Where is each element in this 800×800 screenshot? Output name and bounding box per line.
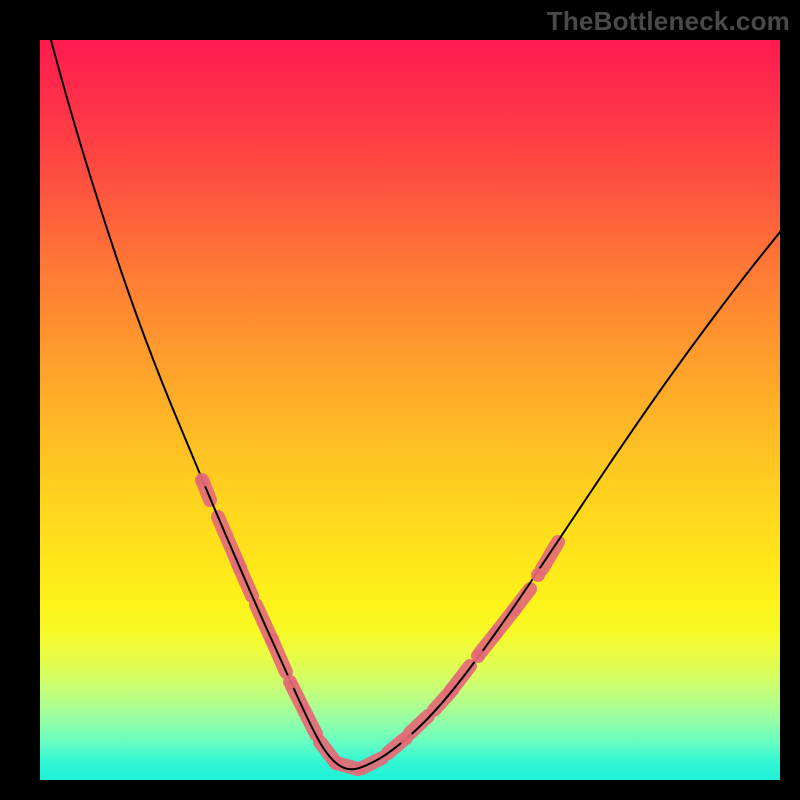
marker-capsule: [514, 589, 530, 610]
watermark-text: TheBottleneck.com: [547, 6, 790, 37]
marker-capsule: [450, 666, 470, 692]
bottleneck-curve: [40, 40, 780, 769]
marker-dot-group: [195, 473, 545, 745]
marker-group: [203, 482, 558, 769]
marker-dot: [471, 649, 485, 663]
marker-dot: [531, 568, 545, 582]
chart-svg: [40, 40, 780, 780]
marker-dot: [283, 675, 297, 689]
plot-area: [40, 40, 780, 780]
marker-dot: [195, 473, 209, 487]
marker-dot: [399, 731, 413, 745]
marker-capsule: [410, 716, 428, 733]
chart-frame: TheBottleneck.com: [0, 0, 800, 800]
